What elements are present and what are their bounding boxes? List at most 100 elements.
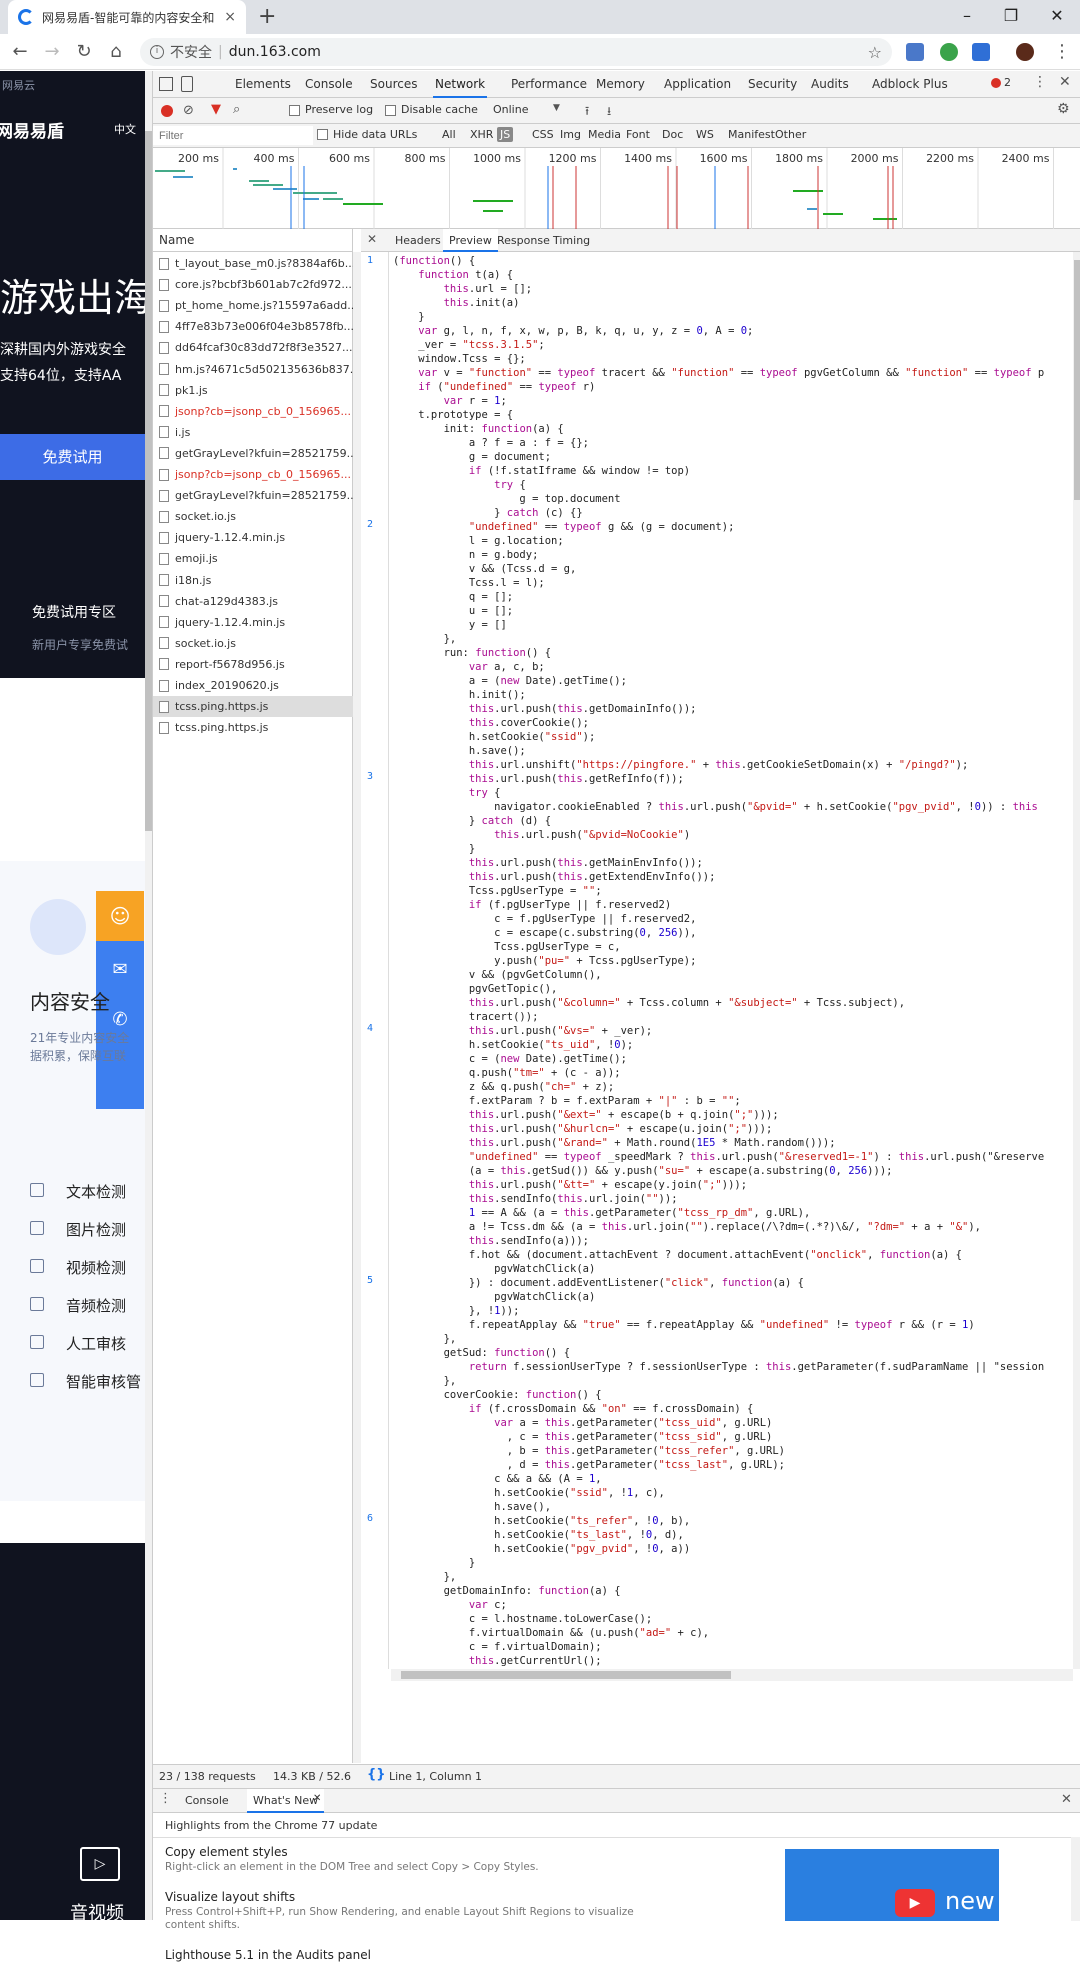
error-count[interactable]: 2 bbox=[1004, 76, 1011, 89]
product-item[interactable]: 文本检测 bbox=[66, 1181, 126, 1202]
whats-new-video[interactable]: ▶ new bbox=[785, 1849, 999, 1921]
code-scrollbar-thumb[interactable] bbox=[1074, 260, 1080, 500]
profile-avatar[interactable] bbox=[1016, 43, 1034, 61]
screenshot-extension-icon[interactable] bbox=[972, 43, 990, 61]
code-viewer[interactable]: 1 2 3 4 5 6 (function() { function t(a) { thi… bbox=[361, 252, 1073, 1669]
preview-tab-headers[interactable]: Headers bbox=[389, 229, 447, 252]
whats-new-close-icon[interactable]: ✕ bbox=[313, 1793, 321, 1804]
forward-icon[interactable]: → bbox=[40, 41, 64, 62]
window-close-button[interactable]: ✕ bbox=[1034, 2, 1080, 30]
name-column-header[interactable]: Name bbox=[153, 229, 352, 252]
preview-tab-preview[interactable]: Preview bbox=[443, 229, 498, 252]
disable-cache-checkbox[interactable] bbox=[385, 105, 396, 116]
filter-ws[interactable]: WS bbox=[693, 127, 717, 142]
drawer-close-icon[interactable]: ✕ bbox=[1061, 1792, 1072, 1807]
request-row[interactable]: i18n.js bbox=[153, 570, 353, 591]
qq-icon[interactable]: ☺ bbox=[96, 891, 144, 941]
inspect-element-icon[interactable] bbox=[159, 77, 173, 91]
throttle-select[interactable]: Online bbox=[493, 103, 528, 116]
request-row[interactable]: socket.io.js bbox=[153, 633, 353, 654]
request-row[interactable]: core.js?bcbf3b601ab7c2fd972... bbox=[153, 274, 353, 295]
request-row[interactable]: socket.io.js bbox=[153, 506, 353, 527]
export-har-icon[interactable]: ⭳ bbox=[607, 102, 611, 123]
filter-font[interactable]: Font bbox=[623, 127, 653, 142]
request-row[interactable]: pk1.js bbox=[153, 380, 353, 401]
record-icon[interactable] bbox=[161, 105, 173, 117]
drawer-scrollbar[interactable] bbox=[1071, 1837, 1080, 1921]
code-hscroll-thumb[interactable] bbox=[401, 1671, 731, 1679]
request-list-scrollbar[interactable] bbox=[353, 252, 361, 1763]
code-horizontal-scrollbar[interactable] bbox=[391, 1669, 1073, 1681]
language-switch[interactable]: 中文 bbox=[114, 121, 136, 137]
minimize-button[interactable]: – bbox=[944, 2, 990, 30]
request-row[interactable]: jsonp?cb=jsonp_cb_0_156965... bbox=[153, 464, 353, 485]
restore-button[interactable]: ❐ bbox=[988, 2, 1034, 30]
request-row[interactable]: tcss.ping.https.js bbox=[153, 696, 353, 718]
search-icon[interactable]: ⌕ bbox=[233, 102, 240, 117]
request-row[interactable]: i.js bbox=[153, 422, 353, 443]
tab-network[interactable]: Network bbox=[433, 71, 488, 98]
close-detail-icon[interactable]: ✕ bbox=[367, 232, 377, 246]
free-trial-button[interactable]: 免费试用 bbox=[0, 434, 145, 480]
tab-elements[interactable]: Elements bbox=[233, 71, 293, 98]
import-har-icon[interactable]: ⭱ bbox=[585, 102, 589, 123]
filter-all[interactable]: All bbox=[439, 127, 459, 142]
chevron-down-icon[interactable]: ▼ bbox=[553, 103, 560, 113]
request-row[interactable]: getGrayLevel?kfuin=28521759... bbox=[153, 443, 353, 464]
request-row[interactable]: chat-a129d4383.js bbox=[153, 591, 353, 612]
code-vertical-scrollbar[interactable] bbox=[1073, 252, 1080, 1669]
brand-logo[interactable]: 网易易盾 bbox=[0, 117, 64, 142]
devtools-close-icon[interactable]: ✕ bbox=[1059, 74, 1071, 90]
browser-tab[interactable]: 网易易盾-智能可靠的内容安全和 × bbox=[8, 0, 246, 34]
preserve-log-checkbox[interactable] bbox=[289, 105, 300, 116]
filter-img[interactable]: Img bbox=[557, 127, 584, 142]
settings-gear-icon[interactable]: ⚙ bbox=[1057, 101, 1070, 117]
back-icon[interactable]: ← bbox=[8, 41, 32, 62]
filter-manifest[interactable]: Manifest bbox=[725, 127, 778, 142]
clear-icon[interactable]: ⊘ bbox=[183, 103, 194, 118]
tab-performance[interactable]: Performance bbox=[509, 71, 589, 98]
new-tab-button[interactable]: + bbox=[258, 4, 276, 29]
home-icon[interactable]: ⌂ bbox=[104, 41, 128, 62]
news-title[interactable]: Visualize layout shifts bbox=[165, 1890, 295, 1904]
request-row[interactable]: report-f5678d956.js bbox=[153, 654, 353, 675]
request-row[interactable]: 4ff7e83b73e006f04e3b8578fb... bbox=[153, 316, 353, 337]
request-row[interactable]: t_layout_base_m0.js?8384af6b... bbox=[153, 253, 353, 274]
request-row[interactable]: jsonp?cb=jsonp_cb_0_156965... bbox=[153, 401, 353, 422]
request-row[interactable]: dd64fcaf30c83dd72f8f3e3527... bbox=[153, 337, 353, 358]
filter-doc[interactable]: Doc bbox=[659, 127, 686, 142]
tab-audits[interactable]: Audits bbox=[809, 71, 851, 98]
news-title[interactable]: Copy element styles bbox=[165, 1845, 288, 1859]
product-item[interactable]: 人工审核 bbox=[66, 1333, 126, 1354]
drawer-menu-icon[interactable]: ⋮ bbox=[159, 1791, 172, 1806]
translate-extension-icon[interactable] bbox=[906, 43, 924, 61]
drawer-tab-console[interactable]: Console bbox=[179, 1789, 235, 1813]
request-row[interactable]: getGrayLevel?kfuin=28521759... bbox=[153, 485, 353, 506]
request-row[interactable]: emoji.js bbox=[153, 548, 353, 569]
request-row[interactable]: index_20190620.js bbox=[153, 675, 353, 696]
tab-sources[interactable]: Sources bbox=[368, 71, 419, 98]
evernote-extension-icon[interactable] bbox=[940, 43, 958, 61]
tab-application[interactable]: Application bbox=[662, 71, 733, 98]
page-scrollbar[interactable] bbox=[145, 71, 152, 1920]
page-scrollbar-thumb[interactable] bbox=[145, 131, 152, 831]
network-overview-timeline[interactable]: 200 ms 400 ms 600 ms 800 ms 1000 ms 1200 ms 14… bbox=[153, 148, 1080, 229]
news-title[interactable]: Lighthouse 5.1 in the Audits panel bbox=[165, 1948, 371, 1962]
play-icon[interactable]: ▶ bbox=[895, 1889, 935, 1917]
tab-security[interactable]: Security bbox=[746, 71, 799, 98]
request-row[interactable]: jquery-1.12.4.min.js bbox=[153, 527, 353, 548]
hide-data-urls-checkbox[interactable] bbox=[317, 129, 328, 140]
preview-tab-timing[interactable]: Timing bbox=[547, 229, 596, 252]
request-row[interactable]: jquery-1.12.4.min.js bbox=[153, 612, 353, 633]
bookmark-star-icon[interactable]: ☆ bbox=[868, 43, 882, 62]
filter-css[interactable]: CSS bbox=[529, 127, 557, 142]
product-item[interactable]: 智能审核管 bbox=[66, 1371, 141, 1392]
tab-adblock-plus[interactable]: Adblock Plus bbox=[870, 71, 950, 98]
filter-media[interactable]: Media bbox=[585, 127, 624, 142]
product-item[interactable]: 图片检测 bbox=[66, 1219, 126, 1240]
filter-input[interactable] bbox=[153, 126, 313, 145]
request-row[interactable]: pt_home_home.js?15597a6add... bbox=[153, 295, 353, 316]
filter-xhr[interactable]: XHR bbox=[467, 127, 496, 142]
filter-other[interactable]: Other bbox=[772, 127, 809, 142]
tab-memory[interactable]: Memory bbox=[594, 71, 647, 98]
